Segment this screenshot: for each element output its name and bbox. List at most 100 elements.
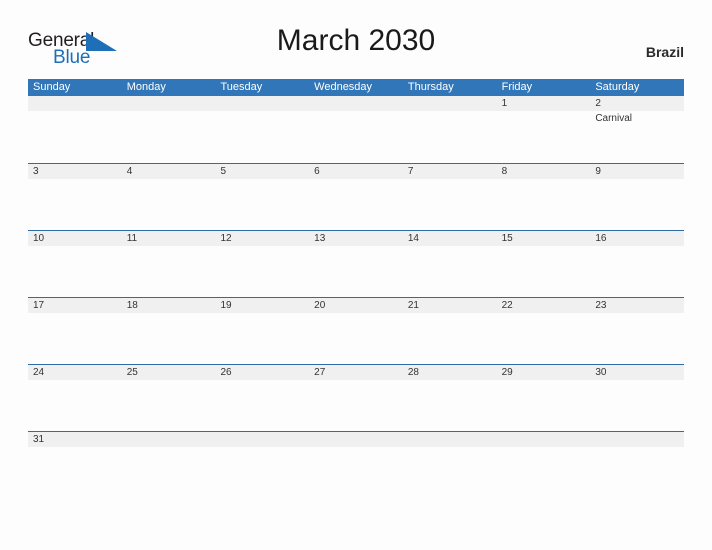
day-events-cell — [403, 313, 497, 363]
day-number-empty — [309, 432, 403, 447]
day-number-25[interactable]: 25 — [122, 365, 216, 380]
day-events-cell — [497, 111, 591, 161]
calendar-page: General Blue March 2030 Brazil Sunday Mon… — [0, 0, 712, 550]
day-events-cell — [309, 179, 403, 229]
day-number-3[interactable]: 3 — [28, 164, 122, 179]
calendar-week-row: 3456789 — [28, 163, 684, 230]
week-event-body — [28, 447, 684, 497]
day-events-cell — [215, 447, 309, 497]
day-number-16[interactable]: 16 — [590, 231, 684, 246]
day-number-11[interactable]: 11 — [122, 231, 216, 246]
page-title: March 2030 — [276, 24, 436, 57]
day-number-20[interactable]: 20 — [309, 298, 403, 313]
day-number-8[interactable]: 8 — [497, 164, 591, 179]
day-number-18[interactable]: 18 — [122, 298, 216, 313]
week-event-body — [28, 313, 684, 363]
week-number-band: 3456789 — [28, 164, 684, 179]
day-number-1[interactable]: 1 — [497, 96, 591, 111]
day-events-cell — [590, 380, 684, 430]
day-number-empty — [309, 96, 403, 111]
day-events-cell — [309, 447, 403, 497]
holiday-event-label: Carnival — [595, 113, 632, 124]
day-number-13[interactable]: 13 — [309, 231, 403, 246]
day-number-27[interactable]: 27 — [309, 365, 403, 380]
week-number-band: 17 18 19 20 21 22 23 — [28, 298, 684, 313]
day-events-cell — [215, 179, 309, 229]
weekday-header-monday: Monday — [126, 81, 166, 93]
day-number-2[interactable]: 2 — [590, 96, 684, 111]
calendar-week-row: 24 25 26 27 28 29 30 — [28, 364, 684, 431]
day-events-cell — [403, 380, 497, 430]
day-events-cell — [590, 313, 684, 363]
day-number-10[interactable]: 10 — [28, 231, 122, 246]
calendar-weeks: 1 2 Carnival 3 4 5 6 7 8 9 10 11 12 13 14 15 16 17 18 19 20 2… — [28, 96, 684, 498]
day-number-empty — [215, 432, 309, 447]
week-event-body: Carnival — [28, 111, 684, 161]
day-events-cell — [28, 179, 122, 229]
day-number-14[interactable]: 14 — [403, 231, 497, 246]
calendar-week-row: 1 2 Carnival — [28, 96, 684, 163]
day-number-empty — [122, 432, 216, 447]
weekday-header-thursday: Thursday — [407, 81, 454, 93]
day-number-7[interactable]: 7 — [403, 164, 497, 179]
day-events-cell — [403, 246, 497, 296]
week-event-body — [28, 179, 684, 229]
day-number-31[interactable]: 31 — [28, 432, 122, 447]
day-number-9[interactable]: 9 — [590, 164, 684, 179]
day-number-24[interactable]: 24 — [28, 365, 122, 380]
calendar-week-row: 17 18 19 20 21 22 23 — [28, 297, 684, 364]
day-number-empty — [403, 432, 497, 447]
day-number-29[interactable]: 29 — [497, 365, 591, 380]
weekday-header-sunday: Sunday — [33, 81, 71, 93]
day-number-23[interactable]: 23 — [590, 298, 684, 313]
day-number-21[interactable]: 21 — [403, 298, 497, 313]
calendar-week-row: 10 11 12 13 14 15 16 — [28, 230, 684, 297]
day-number-28[interactable]: 28 — [403, 365, 497, 380]
day-number-empty — [28, 96, 122, 111]
day-events-cell — [122, 111, 216, 161]
week-number-band: 24 25 26 27 28 29 30 — [28, 365, 684, 380]
day-number-5[interactable]: 5 — [215, 164, 309, 179]
day-number-26[interactable]: 26 — [215, 365, 309, 380]
day-number-4[interactable]: 4 — [122, 164, 216, 179]
day-number-19[interactable]: 19 — [215, 298, 309, 313]
day-number-empty — [403, 96, 497, 111]
day-events-cell — [590, 246, 684, 296]
day-number-empty — [122, 96, 216, 111]
day-number-6[interactable]: 6 — [309, 164, 403, 179]
calendar-week-row: 31 — [28, 431, 684, 498]
day-events-cell — [497, 313, 591, 363]
day-number-empty — [590, 432, 684, 447]
calendar-grid: Sunday Monday Tuesday Wednesday Thursday Frid… — [28, 79, 684, 498]
day-events-cell — [497, 246, 591, 296]
day-events-cell — [309, 111, 403, 161]
day-events-cell — [309, 380, 403, 430]
day-events-cell — [122, 380, 216, 430]
day-events-cell — [590, 179, 684, 229]
day-number-30[interactable]: 30 — [590, 365, 684, 380]
day-number-12[interactable]: 12 — [215, 231, 309, 246]
day-events-cell — [122, 313, 216, 363]
week-event-body — [28, 380, 684, 430]
day-events-cell — [28, 111, 122, 161]
day-events-cell — [122, 246, 216, 296]
week-number-band: 12 — [28, 96, 684, 111]
weekday-header-tuesday: Tuesday — [220, 81, 263, 93]
day-events-cell — [215, 111, 309, 161]
weekday-header-friday: Friday — [501, 81, 533, 93]
day-events-cell — [309, 313, 403, 363]
weekday-header-saturday: Saturday — [595, 81, 640, 93]
day-number-22[interactable]: 22 — [497, 298, 591, 313]
day-events-cell — [497, 447, 591, 497]
day-events-cell — [403, 179, 497, 229]
day-events-cell — [215, 313, 309, 363]
week-number-band: 10 11 12 13 14 15 16 — [28, 231, 684, 246]
day-number-17[interactable]: 17 — [28, 298, 122, 313]
day-number-empty — [497, 432, 591, 447]
week-event-body — [28, 246, 684, 296]
day-number-empty — [215, 96, 309, 111]
day-number-15[interactable]: 15 — [497, 231, 591, 246]
day-events-cell — [497, 179, 591, 229]
day-events-cell: Carnival — [590, 111, 684, 161]
day-events-cell — [215, 380, 309, 430]
